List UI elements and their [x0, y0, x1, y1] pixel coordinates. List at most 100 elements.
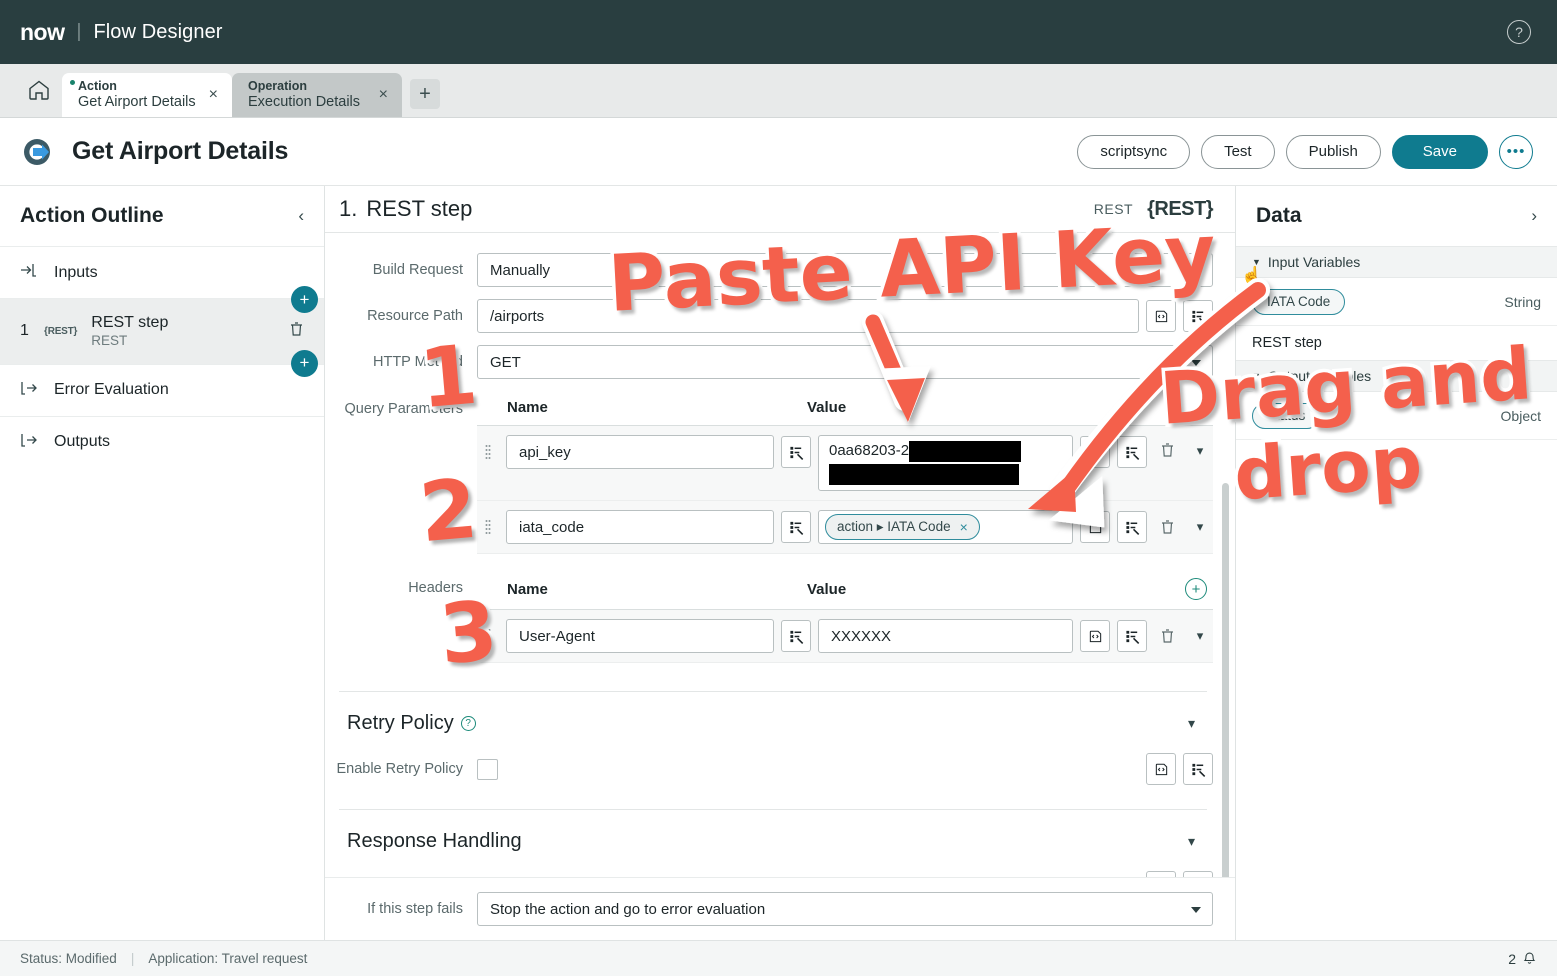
data-row-iata-code: IATA Code String [1236, 278, 1557, 326]
new-tab-button[interactable]: + [410, 79, 440, 109]
help-icon[interactable]: ? [460, 716, 476, 731]
header-name-input[interactable] [506, 619, 774, 653]
servicenow-logo[interactable]: now [20, 19, 65, 46]
param-name-input[interactable] [506, 510, 774, 544]
http-method-select[interactable] [477, 345, 1213, 379]
data-group-label: Output Variables [1267, 368, 1372, 384]
drag-handle-icon[interactable] [477, 435, 499, 460]
tab-kind-label: Action [78, 79, 117, 94]
script-editor-icon[interactable] [1080, 620, 1110, 652]
build-request-select[interactable] [477, 253, 1213, 287]
column-header-name: Name [507, 580, 548, 598]
status-bar: Status: Modified | Application: Travel r… [0, 940, 1557, 976]
logo-separator: | [76, 21, 82, 42]
tab-action-get-airport-details[interactable]: Action Get Airport Details × [62, 73, 232, 117]
scriptsync-button[interactable]: scriptsync [1077, 134, 1191, 169]
drag-handle-icon[interactable] [477, 628, 499, 644]
data-row-status: Status Object [1236, 392, 1557, 440]
script-editor-icon[interactable] [1146, 753, 1176, 785]
chevron-right-icon[interactable]: › [1531, 206, 1537, 226]
sidebar-item-label: Error Evaluation [54, 381, 169, 399]
data-group-output-variables[interactable]: ▼ Output Variables [1236, 360, 1557, 392]
enable-retry-policy-checkbox[interactable] [477, 758, 498, 780]
data-type-label: Object [1500, 407, 1541, 424]
tab-close-icon[interactable]: × [209, 87, 218, 103]
data-pill-iata-code[interactable]: IATA Code [1252, 288, 1346, 315]
data-pill-picker-icon[interactable] [781, 436, 811, 468]
tab-kind-label: Operation [248, 79, 308, 94]
column-header-value: Value [807, 399, 847, 416]
header-value-input[interactable] [818, 619, 1073, 653]
sidebar-item-error-evaluation[interactable]: Error Evaluation [0, 363, 324, 416]
script-editor-icon[interactable] [1080, 436, 1110, 468]
sidebar-heading: Action Outline [20, 204, 164, 227]
delete-row-icon[interactable] [1154, 442, 1180, 458]
publish-button[interactable]: Publish [1285, 134, 1381, 169]
more-options-button[interactable]: ••• [1499, 134, 1533, 169]
add-header-button[interactable]: + [1185, 578, 1207, 600]
data-pill-picker-icon[interactable] [1117, 620, 1147, 652]
delete-step-icon[interactable] [289, 321, 304, 342]
input-arrow-icon [20, 261, 40, 284]
page-title-bar: Get Airport Details scriptsync Test Publ… [0, 118, 1557, 186]
rest-step-badge-icon: {REST} [44, 325, 78, 337]
param-name-input[interactable] [506, 435, 774, 469]
data-pill-picker-icon[interactable] [781, 511, 811, 543]
resource-path-input[interactable] [477, 299, 1139, 333]
home-icon[interactable] [16, 67, 62, 113]
caret-down-icon: ▼ [1252, 371, 1261, 381]
main-vertical-scrollbar[interactable] [1222, 483, 1229, 940]
data-panel-header: Data › [1236, 186, 1557, 246]
notifications-indicator[interactable]: 2 [1508, 949, 1537, 968]
data-group-label: Input Variables [1267, 254, 1361, 270]
script-editor-icon[interactable] [1080, 511, 1110, 543]
delete-row-icon[interactable] [1154, 519, 1180, 535]
data-pill-picker-icon[interactable] [1183, 753, 1213, 785]
collapse-section-chevron-icon[interactable]: ▾ [1188, 715, 1207, 732]
field-label: If this step fails [367, 901, 463, 917]
save-button[interactable]: Save [1391, 134, 1488, 169]
tab-strip: Action Get Airport Details × Operation E… [0, 64, 1557, 118]
chevron-left-icon[interactable]: ‹ [298, 206, 304, 226]
test-button[interactable]: Test [1201, 134, 1275, 169]
data-pill-picker-icon[interactable] [1117, 436, 1147, 468]
step-detail-panel: 1. REST step REST {REST} Build Request M… [325, 186, 1235, 940]
sidebar-item-inputs[interactable]: Inputs [0, 246, 324, 298]
rest-badge-icon: {REST} [1147, 197, 1213, 220]
tab-operation-execution-details[interactable]: Operation Execution Details × [232, 73, 402, 117]
status-text: Status: Modified [20, 951, 117, 966]
help-circle-icon[interactable]: ? [1507, 20, 1531, 44]
delete-row-icon[interactable] [1154, 628, 1180, 644]
collapse-section-chevron-icon[interactable]: ▾ [1188, 833, 1207, 850]
field-if-this-step-fails: If this step fails [325, 877, 1235, 940]
step-type-label: REST [1093, 201, 1134, 217]
data-group-input-variables[interactable]: ▼ Input Variables [1236, 246, 1557, 278]
remove-pill-icon[interactable]: × [960, 519, 968, 535]
app-name-label: Flow Designer [93, 20, 223, 43]
field-label: Resource Path [367, 308, 463, 324]
add-step-below-button[interactable]: + [291, 349, 318, 377]
script-editor-icon[interactable] [1146, 300, 1176, 332]
expand-row-chevron-icon[interactable]: ▾ [1187, 443, 1213, 459]
data-pill-picker-icon[interactable] [1117, 511, 1147, 543]
data-pill-picker-icon[interactable] [1183, 300, 1213, 332]
param-value-pill-container[interactable]: action ▸ IATA Code × [818, 510, 1073, 544]
workspace-body: Action Outline ‹ Inputs + 1 {REST} REST … [0, 186, 1557, 940]
data-pill-status[interactable]: Status [1252, 402, 1321, 429]
failure-behavior-select[interactable] [477, 892, 1213, 926]
field-label: Enable Retry Policy [336, 761, 463, 777]
param-value-input[interactable]: 0aa68203-2 [818, 435, 1073, 491]
redaction-bar [909, 440, 1022, 462]
section-title: Response Handling [347, 830, 522, 852]
step-form-scroll-area[interactable]: Build Request Resource Path [325, 233, 1235, 940]
add-step-above-button[interactable]: + [291, 286, 318, 313]
expand-row-chevron-icon[interactable]: ▾ [1187, 519, 1213, 535]
data-pill-picker-icon[interactable] [781, 620, 811, 652]
drag-handle-icon[interactable] [477, 519, 499, 535]
sidebar-item-label: Inputs [54, 263, 98, 281]
sidebar-item-outputs[interactable]: Outputs [0, 415, 324, 468]
data-pill-iata-code[interactable]: action ▸ IATA Code × [825, 514, 980, 540]
sidebar-item-rest-step[interactable]: + 1 {REST} REST step REST + [0, 286, 324, 377]
expand-row-chevron-icon[interactable]: ▾ [1187, 628, 1213, 644]
tab-close-icon[interactable]: × [379, 87, 388, 103]
